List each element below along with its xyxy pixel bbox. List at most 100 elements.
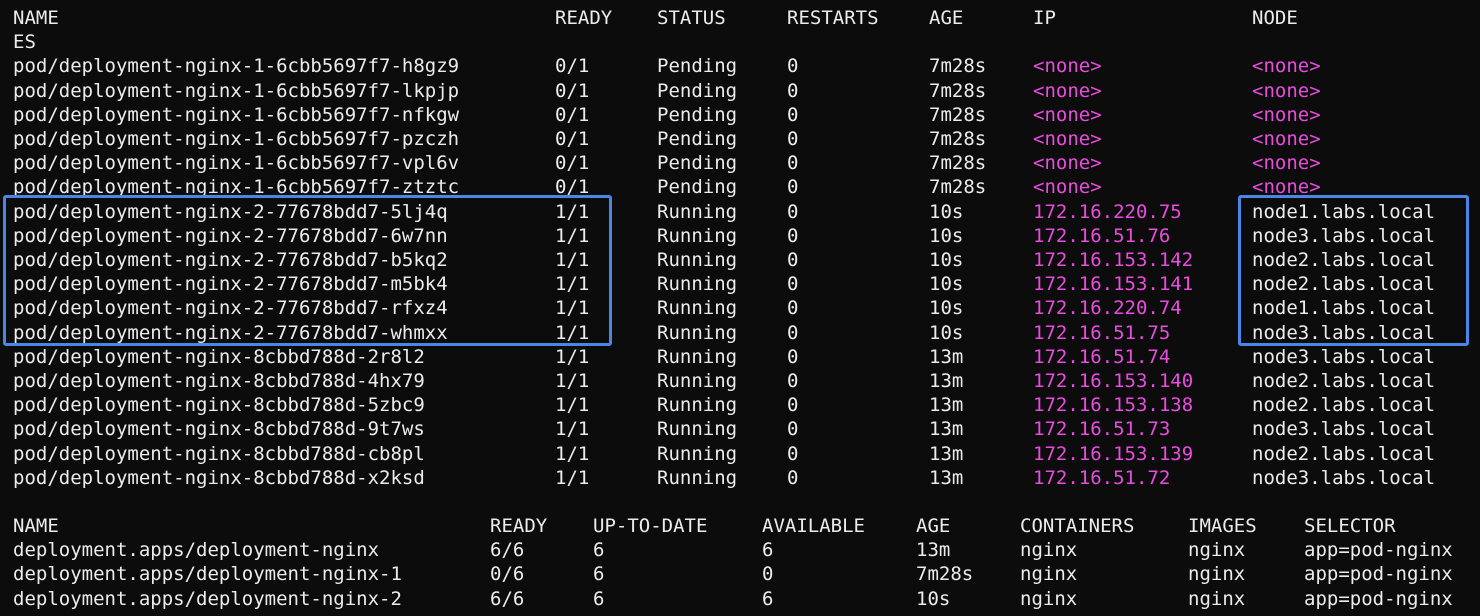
header-ready: READY bbox=[490, 515, 548, 537]
pod-restarts: 0 bbox=[787, 394, 799, 417]
deployment-images: nginx bbox=[1188, 539, 1246, 562]
pod-status: Pending bbox=[657, 176, 738, 199]
pod-restarts: 0 bbox=[787, 297, 799, 320]
table-row: pod/deployment-nginx-1-6cbb5697f7-ztztc 0… bbox=[0, 175, 1480, 199]
deployment-selector: app=pod-nginx bbox=[1304, 587, 1453, 610]
pod-ip: 172.16.51.76 bbox=[1033, 224, 1171, 247]
deployment-selector: app=pod-nginx bbox=[1304, 539, 1453, 562]
pod-table-header-wrap: ES bbox=[0, 30, 1480, 54]
pod-age: 10s bbox=[929, 249, 964, 271]
deployment-up-to-date: 6 bbox=[593, 587, 605, 610]
pod-name: pod/deployment-nginx-1-6cbb5697f7-pzczh bbox=[13, 128, 460, 150]
header-containers: CONTAINERS bbox=[1020, 515, 1135, 537]
pod-status: Pending bbox=[657, 103, 738, 126]
pod-ready: 1/1 bbox=[555, 442, 590, 465]
deployment-ready: 0/6 bbox=[490, 563, 525, 586]
pod-restarts: 0 bbox=[787, 103, 799, 126]
header-age: AGE bbox=[916, 515, 951, 537]
pod-name: pod/deployment-nginx-1-6cbb5697f7-ztztc bbox=[13, 176, 460, 199]
pod-ip: 172.16.153.140 bbox=[1033, 370, 1194, 392]
pod-status: Running bbox=[657, 345, 738, 368]
header-available: AVAILABLE bbox=[762, 515, 865, 537]
pod-restarts: 0 bbox=[787, 321, 799, 344]
pod-ready: 0/1 bbox=[555, 103, 590, 126]
pod-restarts: 0 bbox=[787, 176, 799, 199]
terminal-window[interactable]: NAME READY STATUS RESTARTS AGE IP NODE ES pod/de… bbox=[0, 0, 1480, 616]
header-node: NODE bbox=[1252, 7, 1298, 29]
pod-age: 7m28s bbox=[929, 128, 987, 150]
pod-name: pod/deployment-nginx-2-77678bdd7-whmxx bbox=[13, 321, 448, 344]
pod-name: pod/deployment-nginx-8cbbd788d-5zbc9 bbox=[13, 394, 425, 417]
pod-name: pod/deployment-nginx-2-77678bdd7-m5bk4 bbox=[13, 273, 448, 296]
pod-ready: 0/1 bbox=[555, 55, 590, 78]
deployment-table-header: NAME READY UP-TO-DATE AVAILABLE AGE CONTAINER… bbox=[0, 514, 1480, 538]
pod-ready: 0/1 bbox=[555, 79, 590, 102]
pod-ready: 1/1 bbox=[555, 249, 590, 271]
pod-restarts: 0 bbox=[787, 79, 799, 102]
pod-ip: 172.16.153.139 bbox=[1033, 442, 1194, 465]
deployment-age: 10s bbox=[916, 587, 951, 610]
pod-node: node1.labs.local bbox=[1252, 200, 1436, 223]
pod-ready: 1/1 bbox=[555, 370, 590, 392]
pod-status: Running bbox=[657, 200, 738, 223]
deployment-ready: 6/6 bbox=[490, 539, 525, 562]
deployment-name: deployment.apps/deployment-nginx-2 bbox=[13, 587, 402, 610]
deployment-name: deployment.apps/deployment-nginx-1 bbox=[13, 563, 402, 586]
pod-age: 13m bbox=[929, 394, 964, 417]
pod-name: pod/deployment-nginx-1-6cbb5697f7-lkpjp bbox=[13, 79, 460, 102]
table-row: pod/deployment-nginx-2-77678bdd7-whmxx 1/… bbox=[0, 321, 1480, 345]
pod-ip: 172.16.153.142 bbox=[1033, 249, 1194, 271]
table-row: pod/deployment-nginx-1-6cbb5697f7-lkpjp 0… bbox=[0, 79, 1480, 103]
deployment-selector: app=pod-nginx bbox=[1304, 563, 1453, 586]
pod-node: node3.labs.local bbox=[1252, 345, 1436, 368]
pod-ip: <none> bbox=[1033, 103, 1102, 126]
pod-ip: 172.16.153.138 bbox=[1033, 394, 1194, 417]
pod-age: 13m bbox=[929, 370, 964, 392]
pod-age: 7m28s bbox=[929, 79, 987, 102]
deployment-name: deployment.apps/deployment-nginx bbox=[13, 539, 380, 562]
pod-restarts: 0 bbox=[787, 200, 799, 223]
pod-restarts: 0 bbox=[787, 224, 799, 247]
table-row: pod/deployment-nginx-8cbbd788d-cb8pl 1/1 R… bbox=[0, 442, 1480, 466]
table-row: deployment.apps/deployment-nginx-2 6/6 6 6 1… bbox=[0, 587, 1480, 611]
pod-table-header: NAME READY STATUS RESTARTS AGE IP NODE bbox=[0, 6, 1480, 30]
pod-age: 10s bbox=[929, 297, 964, 320]
pod-status: Running bbox=[657, 394, 738, 417]
pod-ip: <none> bbox=[1033, 79, 1102, 102]
pod-ip: 172.16.51.72 bbox=[1033, 466, 1171, 489]
pod-restarts: 0 bbox=[787, 370, 799, 392]
pod-node: <none> bbox=[1252, 128, 1321, 150]
table-row: pod/deployment-nginx-2-77678bdd7-5lj4q 1/… bbox=[0, 200, 1480, 224]
pod-ready: 1/1 bbox=[555, 224, 590, 247]
pod-status: Running bbox=[657, 370, 738, 392]
pod-ready: 1/1 bbox=[555, 394, 590, 417]
pod-node: node3.labs.local bbox=[1252, 466, 1436, 489]
pod-age: 13m bbox=[929, 345, 964, 368]
pod-age: 13m bbox=[929, 466, 964, 489]
pod-node: node2.labs.local bbox=[1252, 249, 1436, 271]
pod-node: node2.labs.local bbox=[1252, 442, 1436, 465]
pod-node: node3.labs.local bbox=[1252, 418, 1436, 441]
table-row: deployment.apps/deployment-nginx-1 0/6 6 0 7… bbox=[0, 562, 1480, 586]
pod-ready: 1/1 bbox=[555, 466, 590, 489]
table-row: pod/deployment-nginx-1-6cbb5697f7-vpl6v 0… bbox=[0, 151, 1480, 175]
table-row: pod/deployment-nginx-8cbbd788d-9t7ws 1/1 R… bbox=[0, 417, 1480, 441]
pod-node: <none> bbox=[1252, 176, 1321, 199]
pod-age: 7m28s bbox=[929, 176, 987, 199]
deployment-age: 13m bbox=[916, 539, 951, 562]
table-row: pod/deployment-nginx-2-77678bdd7-6w7nn 1/… bbox=[0, 224, 1480, 248]
pod-ready: 0/1 bbox=[555, 152, 590, 175]
pod-status: Running bbox=[657, 273, 738, 296]
header-wrap-text: ES bbox=[13, 31, 36, 54]
pod-restarts: 0 bbox=[787, 466, 799, 489]
pod-node: <none> bbox=[1252, 152, 1321, 175]
deployment-images: nginx bbox=[1188, 563, 1246, 586]
table-row: pod/deployment-nginx-2-77678bdd7-m5bk4 1/… bbox=[0, 272, 1480, 296]
pod-node: node2.labs.local bbox=[1252, 394, 1436, 417]
pod-age: 10s bbox=[929, 200, 964, 223]
pod-node: node1.labs.local bbox=[1252, 297, 1436, 320]
pod-restarts: 0 bbox=[787, 249, 799, 271]
table-row: pod/deployment-nginx-1-6cbb5697f7-nfkgw 0… bbox=[0, 103, 1480, 127]
table-row: pod/deployment-nginx-1-6cbb5697f7-pzczh 0… bbox=[0, 127, 1480, 151]
pod-restarts: 0 bbox=[787, 345, 799, 368]
